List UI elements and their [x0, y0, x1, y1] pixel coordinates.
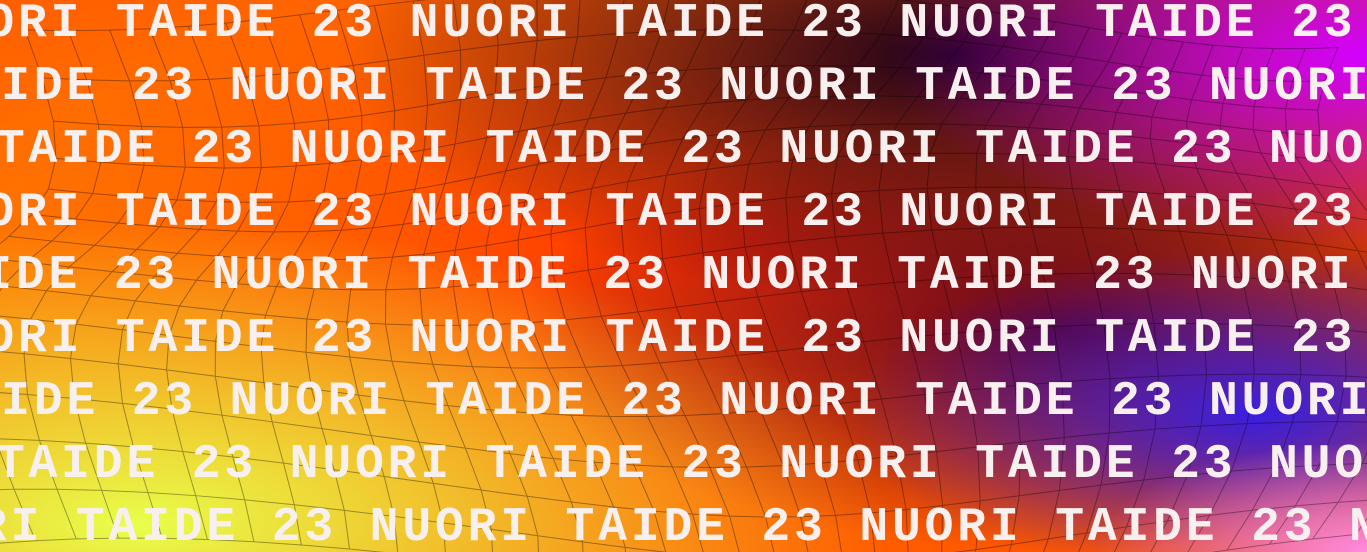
repeating-text-row: NUORI TAIDE 23 NUORI TAIDE 23 NUORI TAID… [0, 441, 1367, 489]
repeating-text-row: NUORI TAIDE 23 NUORI TAIDE 23 NUORI TAID… [0, 63, 1367, 111]
repeating-text-row: NUORI TAIDE 23 NUORI TAIDE 23 NUORI TAID… [0, 252, 1367, 300]
repeating-text-row: NUORI TAIDE 23 NUORI TAIDE 23 NUORI TAID… [0, 189, 1367, 237]
repeating-text-row: NUORI TAIDE 23 NUORI TAIDE 23 NUORI TAID… [0, 126, 1367, 174]
repeating-text-row: NUORI TAIDE 23 NUORI TAIDE 23 NUORI TAID… [0, 315, 1367, 363]
repeating-text-layer: NUORI TAIDE 23 NUORI TAIDE 23 NUORI TAID… [0, 0, 1367, 552]
repeating-text-row: NUORI TAIDE 23 NUORI TAIDE 23 NUORI TAID… [0, 0, 1367, 48]
repeating-text-row: NUORI TAIDE 23 NUORI TAIDE 23 NUORI TAID… [0, 504, 1367, 552]
repeating-text-row: NUORI TAIDE 23 NUORI TAIDE 23 NUORI TAID… [0, 378, 1367, 426]
